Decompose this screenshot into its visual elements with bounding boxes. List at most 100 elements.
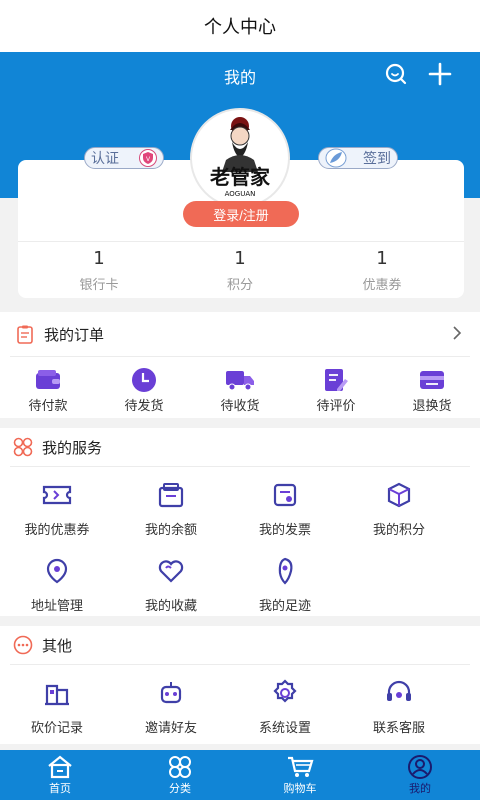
order-pending-shipment[interactable]: 待发货 bbox=[104, 367, 184, 414]
header-title: 我的 bbox=[223, 68, 256, 87]
services-icon bbox=[12, 436, 34, 458]
service-label: 我的余额 bbox=[144, 523, 197, 538]
order-pending-review[interactable]: 待评价 bbox=[296, 367, 376, 414]
heart-icon bbox=[114, 553, 228, 589]
order-label: 待付款 bbox=[28, 399, 68, 414]
stat-coupons[interactable]: 1 优惠券 bbox=[322, 248, 442, 293]
plus-icon[interactable] bbox=[428, 62, 452, 86]
other-invite[interactable]: 邀请好友 bbox=[114, 675, 228, 751]
cert-label: 认证 bbox=[91, 151, 119, 167]
tab-home[interactable]: 首页 bbox=[0, 750, 120, 800]
other-support[interactable]: 联系客服 bbox=[342, 675, 456, 751]
others-title: 其他 bbox=[42, 636, 73, 655]
sign-label: 签到 bbox=[363, 151, 391, 167]
stat-label: 银行卡 bbox=[79, 278, 119, 293]
search-icon[interactable] bbox=[384, 62, 408, 86]
user-icon bbox=[360, 754, 480, 780]
logo-image: 老管家 AOGUAN bbox=[210, 117, 271, 198]
service-label: 我的发票 bbox=[258, 523, 311, 538]
logo-text: 老管家 bbox=[210, 165, 271, 189]
wallet-icon bbox=[8, 367, 88, 393]
login-register-button[interactable]: 登录/注册 bbox=[183, 201, 299, 227]
services-title: 我的服务 bbox=[42, 438, 103, 457]
order-label: 待收货 bbox=[220, 399, 260, 414]
robot-icon bbox=[114, 675, 228, 711]
stat-value: 1 bbox=[234, 248, 246, 269]
settings-icon bbox=[228, 675, 342, 711]
service-label: 我的积分 bbox=[372, 523, 425, 538]
service-label: 地址管理 bbox=[30, 599, 83, 614]
clock-icon bbox=[104, 367, 184, 393]
orders-header[interactable]: 我的订单 bbox=[0, 312, 480, 356]
order-pending-receipt[interactable]: 待收货 bbox=[200, 367, 280, 414]
chevron-right-icon[interactable] bbox=[450, 326, 464, 340]
other-label: 邀请好友 bbox=[144, 721, 197, 736]
order-pending-payment[interactable]: 待付款 bbox=[8, 367, 88, 414]
bottom-tabbar: 首页 分类 购物车 我的 bbox=[0, 750, 480, 800]
category-icon bbox=[120, 754, 240, 780]
tab-label: 分类 bbox=[169, 782, 191, 795]
service-invoice[interactable]: 我的发票 bbox=[228, 477, 342, 553]
page-title: 个人中心 bbox=[204, 17, 276, 38]
location-icon bbox=[0, 553, 114, 589]
footprint-icon bbox=[228, 553, 342, 589]
stat-value: 1 bbox=[376, 248, 388, 269]
headset-icon bbox=[342, 675, 456, 711]
other-settings[interactable]: 系统设置 bbox=[228, 675, 342, 751]
invoice-icon bbox=[228, 477, 342, 513]
stat-points[interactable]: 1 积分 bbox=[180, 248, 300, 293]
service-footprint[interactable]: 我的足迹 bbox=[228, 553, 342, 629]
divider bbox=[18, 241, 464, 242]
service-coupons[interactable]: 我的优惠券 bbox=[0, 477, 114, 553]
services-section: 我的服务 我的优惠券 我的余额 我的发票 我的积分 地址管理 我的收藏 我的足迹 bbox=[0, 428, 480, 616]
other-bargain[interactable]: 砍价记录 bbox=[0, 675, 114, 751]
tab-cart[interactable]: 购物车 bbox=[240, 750, 360, 800]
cert-button[interactable]: 认证 V bbox=[84, 147, 164, 169]
service-label: 我的收藏 bbox=[144, 599, 197, 614]
other-label: 联系客服 bbox=[372, 721, 425, 736]
service-points[interactable]: 我的积分 bbox=[342, 477, 456, 553]
shield-icon: V bbox=[139, 149, 157, 167]
service-balance[interactable]: 我的余额 bbox=[114, 477, 228, 553]
coupon-icon bbox=[0, 477, 114, 513]
stat-label: 积分 bbox=[226, 278, 253, 293]
balance-icon bbox=[114, 477, 228, 513]
others-header: 其他 bbox=[0, 626, 480, 664]
stat-value: 1 bbox=[93, 248, 105, 269]
tab-category[interactable]: 分类 bbox=[120, 750, 240, 800]
order-label: 待发货 bbox=[124, 399, 164, 414]
tab-label: 首页 bbox=[49, 782, 71, 795]
clipboard-icon bbox=[14, 323, 36, 345]
orders-section: 我的订单 待付款 待发货 待收货 待评价 退换货 bbox=[0, 312, 480, 418]
titlebar: 个人中心 bbox=[0, 0, 480, 52]
tab-label: 我的 bbox=[409, 782, 431, 795]
others-section: 其他 砍价记录 邀请好友 系统设置 联系客服 bbox=[0, 626, 480, 744]
logo-sub: AOGUAN bbox=[225, 190, 256, 198]
more-icon bbox=[12, 634, 34, 656]
truck-icon bbox=[200, 367, 280, 393]
sign-button[interactable]: 签到 bbox=[318, 147, 398, 169]
service-address[interactable]: 地址管理 bbox=[0, 553, 114, 629]
avatar[interactable]: 老管家 AOGUAN bbox=[190, 108, 290, 208]
stat-bank-card[interactable]: 1 银行卡 bbox=[39, 248, 159, 293]
feather-icon bbox=[325, 148, 347, 168]
service-label: 我的足迹 bbox=[258, 599, 311, 614]
tab-mine[interactable]: 我的 bbox=[360, 750, 480, 800]
return-icon bbox=[392, 367, 472, 393]
order-return[interactable]: 退换货 bbox=[392, 367, 472, 414]
edit-icon bbox=[296, 367, 376, 393]
tab-label: 购物车 bbox=[283, 782, 317, 795]
other-label: 系统设置 bbox=[258, 721, 311, 736]
home-icon bbox=[0, 754, 120, 780]
points-icon bbox=[342, 477, 456, 513]
order-label: 退换货 bbox=[412, 399, 452, 414]
building-icon bbox=[0, 675, 114, 711]
order-label: 待评价 bbox=[316, 399, 356, 414]
service-favorites[interactable]: 我的收藏 bbox=[114, 553, 228, 629]
stat-label: 优惠券 bbox=[362, 278, 402, 293]
cart-icon bbox=[240, 754, 360, 780]
services-header: 我的服务 bbox=[0, 428, 480, 466]
other-label: 砍价记录 bbox=[30, 721, 83, 736]
service-label: 我的优惠券 bbox=[24, 523, 90, 538]
orders-title: 我的订单 bbox=[44, 325, 105, 344]
